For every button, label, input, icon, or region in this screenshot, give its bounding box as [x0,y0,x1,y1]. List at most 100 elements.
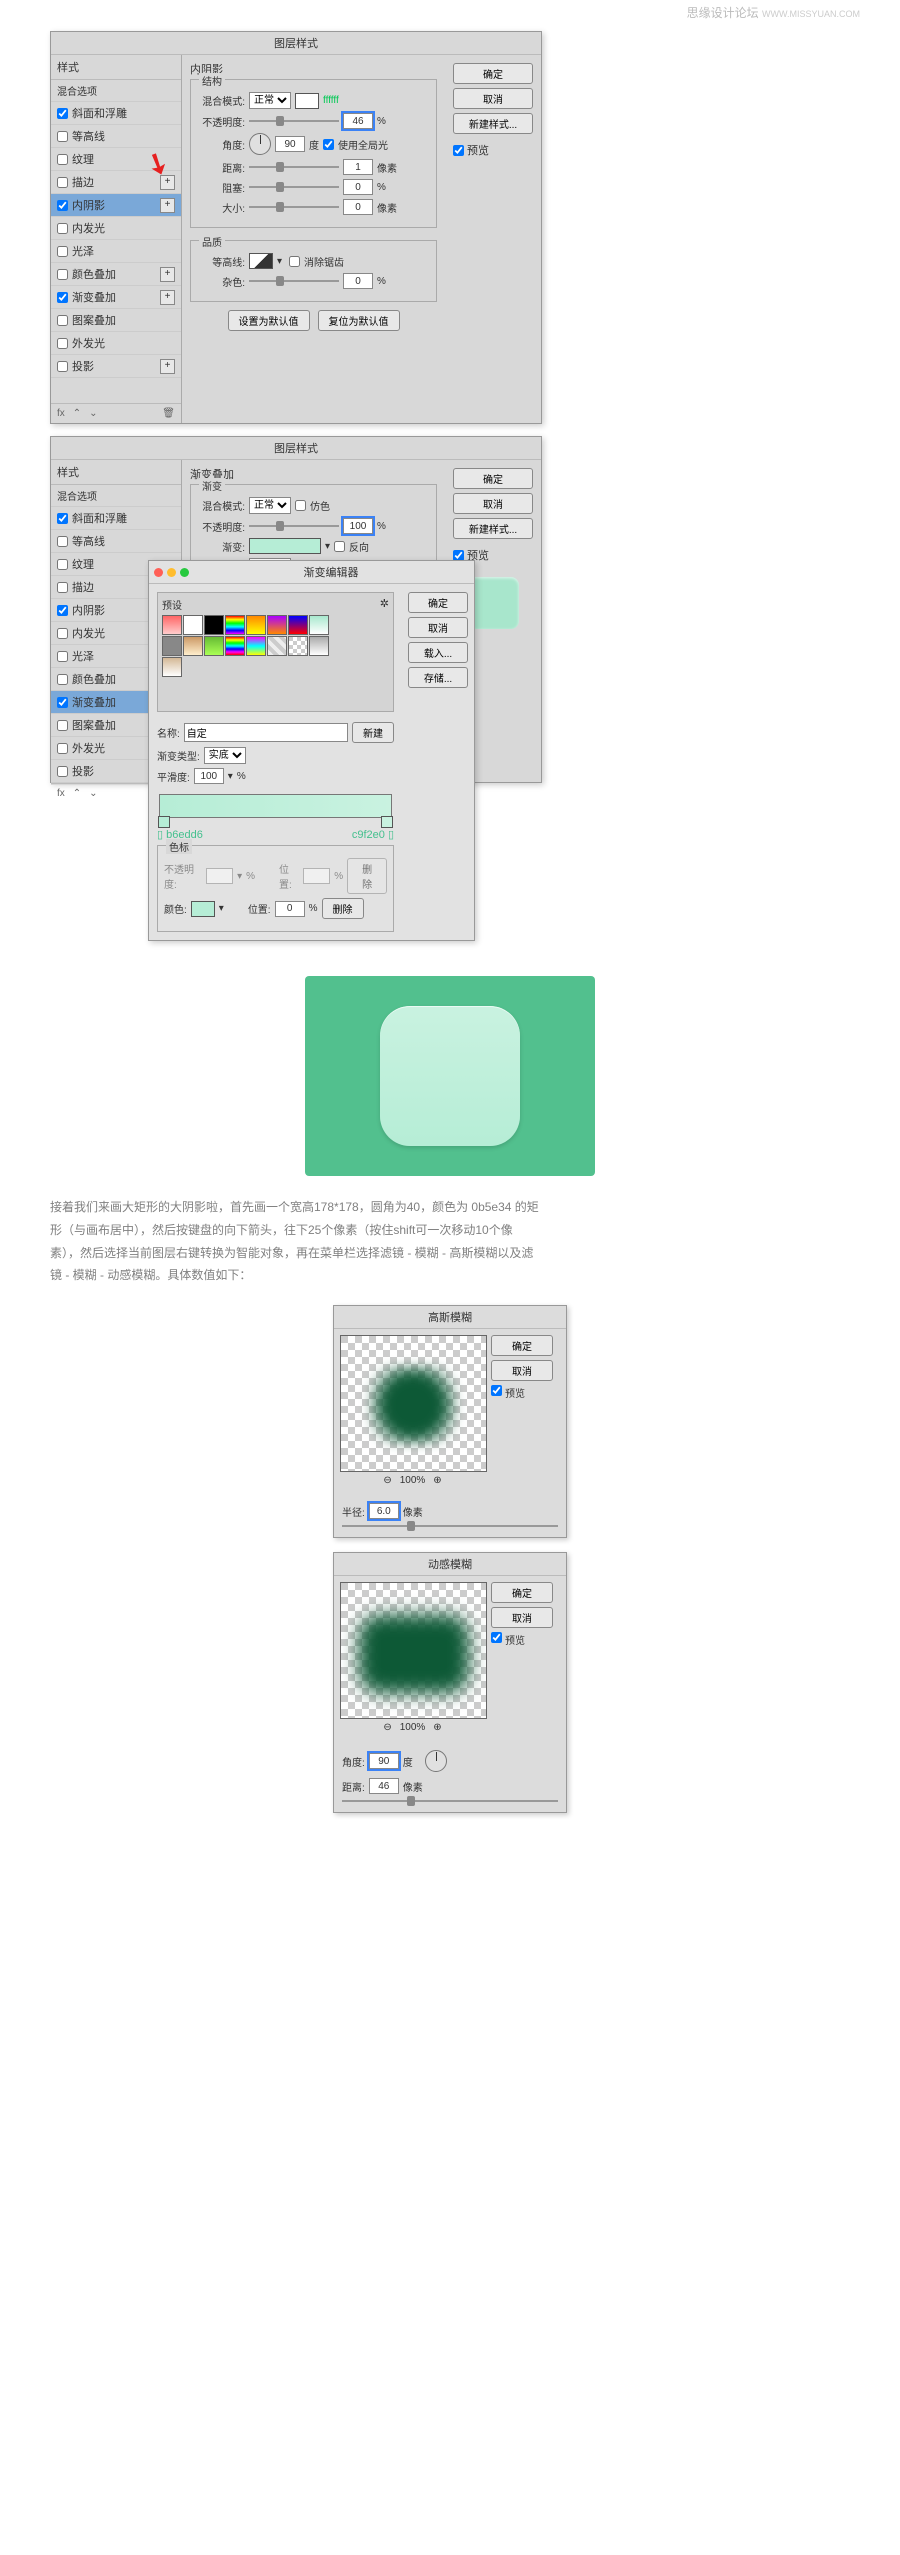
preset-swatch[interactable] [267,615,287,635]
add-icon[interactable]: + [160,359,175,374]
style-outer-glow[interactable]: 外发光 [51,332,181,355]
distance-value[interactable]: 46 [369,1778,399,1794]
cancel-button[interactable]: 取消 [408,617,468,638]
stroke-check[interactable] [57,177,68,188]
close-icon[interactable] [154,568,163,577]
styles-header[interactable]: 样式 [51,55,181,80]
styles-header[interactable]: 样式 [51,460,181,485]
distance-value[interactable]: 1 [343,159,373,175]
add-icon[interactable]: + [160,198,175,213]
style-inner-shadow[interactable]: 内阴影+ [51,194,181,217]
opacity-slider[interactable] [249,120,339,122]
dither-check[interactable] [295,500,306,511]
preset-swatch[interactable] [162,657,182,677]
ok-button[interactable]: 确定 [408,592,468,613]
angle-value[interactable]: 90 [369,1753,399,1769]
style-contour[interactable]: 等高线 [51,125,181,148]
reset-default-button[interactable]: 复位为默认值 [318,310,400,331]
global-light-check[interactable] [323,139,334,150]
style-inner-glow[interactable]: 内发光 [51,217,181,240]
opacity-slider[interactable] [249,525,339,527]
noise-slider[interactable] [249,280,339,282]
cancel-button[interactable]: 取消 [453,493,533,514]
size-value[interactable]: 0 [343,199,373,215]
style-color-overlay[interactable]: 颜色叠加+ [51,263,181,286]
opacity-value[interactable]: 100 [343,518,373,534]
preset-swatch[interactable] [246,636,266,656]
angle-dial[interactable] [249,133,271,155]
add-icon[interactable]: + [160,290,175,305]
preset-swatch[interactable] [183,636,203,656]
anti-alias-check[interactable] [289,256,300,267]
color-check[interactable] [57,269,68,280]
preset-swatch[interactable] [225,615,245,635]
arrow-up-icon[interactable]: ⌃ [73,408,81,419]
color-picker[interactable] [191,901,215,917]
preset-swatch[interactable] [204,615,224,635]
preset-swatch[interactable] [162,636,182,656]
satin-check[interactable] [57,246,68,257]
bevel-check[interactable] [57,108,68,119]
angle-value[interactable]: 90 [275,136,305,152]
preset-swatch[interactable] [204,636,224,656]
add-icon[interactable]: + [160,175,175,190]
inner-shadow-check[interactable] [57,200,68,211]
preview-toggle[interactable]: 预览 [491,1385,553,1400]
reverse-check[interactable] [334,541,345,552]
blend-options[interactable]: 混合选项 [51,485,181,507]
preset-swatch[interactable] [309,636,329,656]
style-gradient-overlay[interactable]: 渐变叠加+ [51,286,181,309]
distance-slider[interactable] [342,1800,558,1802]
size-slider[interactable] [249,206,339,208]
ok-button[interactable]: 确定 [491,1335,553,1356]
color-stop-right[interactable] [381,816,393,828]
blend-options[interactable]: 混合选项 [51,80,181,102]
preset-swatch[interactable] [288,615,308,635]
new-button[interactable]: 新建 [352,722,394,743]
angle-dial[interactable] [425,1750,447,1772]
radius-value[interactable]: 6.0 [369,1503,399,1519]
name-input[interactable] [184,723,348,742]
trash-icon[interactable]: 🗑 [162,408,175,419]
type-select[interactable]: 实底 [204,747,246,764]
smooth-value[interactable]: 100 [194,768,224,784]
preset-swatch[interactable] [225,636,245,656]
cancel-button[interactable]: 取消 [491,1607,553,1628]
zoom-out-icon[interactable]: ⊖ [383,1475,391,1486]
zoom-icon[interactable] [180,568,189,577]
blend-mode-select[interactable]: 正常 [249,497,291,514]
preview-area[interactable] [340,1335,487,1472]
location-value[interactable]: 0 [275,901,305,917]
zoom-in-icon[interactable]: ⊕ [433,1722,441,1733]
arrow-down-icon[interactable]: ⌄ [89,408,97,419]
add-icon[interactable]: + [160,267,175,282]
choke-slider[interactable] [249,186,339,188]
new-style-button[interactable]: 新建样式... [453,113,533,134]
cancel-button[interactable]: 取消 [453,88,533,109]
color-swatch[interactable] [295,93,319,109]
style-pattern[interactable]: 图案叠加 [51,309,181,332]
cancel-button[interactable]: 取消 [491,1360,553,1381]
color-stop-left[interactable] [158,816,170,828]
preset-swatch[interactable] [162,615,182,635]
distance-slider[interactable] [249,166,339,168]
preset-swatch[interactable] [309,615,329,635]
choke-value[interactable]: 0 [343,179,373,195]
pattern-check[interactable] [57,315,68,326]
radius-slider[interactable] [342,1525,558,1527]
texture-check[interactable] [57,154,68,165]
ok-button[interactable]: 确定 [453,468,533,489]
zoom-in-icon[interactable]: ⊕ [433,1475,441,1486]
gradient-bar[interactable] [159,794,392,818]
style-bevel[interactable]: 斜面和浮雕 [51,102,181,125]
preview-toggle[interactable]: 预览 [453,142,533,158]
style-satin[interactable]: 光泽 [51,240,181,263]
fx-icon[interactable]: fx [57,408,65,419]
gear-icon[interactable]: ✲ [380,597,389,615]
blend-mode-select[interactable]: 正常 [249,92,291,109]
minimize-icon[interactable] [167,568,176,577]
opacity-value[interactable]: 46 [343,113,373,129]
preset-swatch[interactable] [183,615,203,635]
inner-glow-check[interactable] [57,223,68,234]
style-drop-shadow[interactable]: 投影+ [51,355,181,378]
